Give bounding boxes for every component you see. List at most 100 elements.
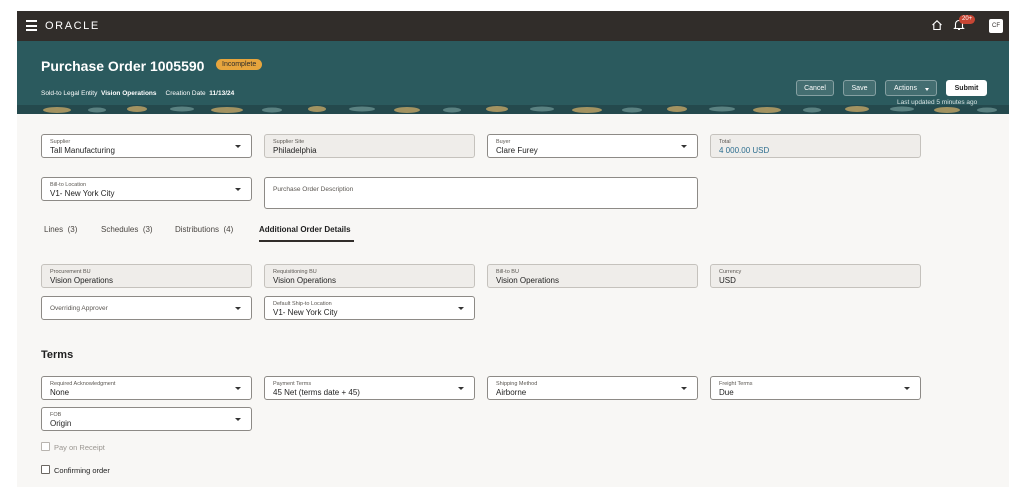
required-acknowledgment-field[interactable]: Required Acknowledgment None <box>41 376 252 400</box>
legal-entity-label: Sold-to Legal Entity <box>41 90 98 97</box>
last-updated-text: Last updated 5 minutes ago <box>897 99 978 106</box>
legal-entity-value: Vision Operations <box>101 90 157 97</box>
supplier-field[interactable]: Supplier Tall Manufacturing <box>41 134 252 158</box>
requisitioning-bu-label: Requisitioning BU <box>273 269 317 275</box>
shipping-method-label: Shipping Method <box>496 381 538 387</box>
supplier-site-value: Philadelphia <box>273 146 317 155</box>
payment-terms-label: Payment Terms <box>273 381 312 387</box>
pay-on-receipt-row: Pay on Receipt <box>41 442 105 452</box>
procurement-bu-value: Vision Operations <box>50 276 113 285</box>
actions-caret-icon <box>925 88 929 91</box>
currency-value: USD <box>719 276 736 285</box>
status-badge: Incomplete <box>216 59 263 70</box>
bill-to-location-label: Bill-to Location <box>50 182 87 188</box>
required-ack-value: None <box>50 388 70 397</box>
creation-date-label: Creation Date <box>165 90 206 97</box>
requisitioning-bu-field: Requisitioning BU Vision Operations <box>264 264 475 288</box>
tab-schedules[interactable]: Schedules (3) <box>101 225 153 234</box>
tab-schedules-label: Schedules <box>101 225 139 234</box>
procurement-bu-label: Procurement BU <box>50 269 91 275</box>
buyer-field[interactable]: Buyer Clare Furey <box>487 134 698 158</box>
shipping-method-value: Airborne <box>496 388 527 397</box>
shipping-method-field[interactable]: Shipping Method Airborne <box>487 376 698 400</box>
tab-additional-order-details[interactable]: Additional Order Details <box>259 225 351 234</box>
freight-terms-value: Due <box>719 388 734 397</box>
pay-on-receipt-label: Pay on Receipt <box>54 443 105 452</box>
active-tab-indicator <box>259 240 354 242</box>
confirming-order-checkbox[interactable] <box>41 465 50 474</box>
bill-to-location-value: V1- New York City <box>50 189 115 198</box>
tab-lines-count: (3) <box>67 225 78 234</box>
hamburger-menu-icon[interactable] <box>26 20 37 31</box>
total-label: Total <box>719 139 731 145</box>
confirming-order-row[interactable]: Confirming order <box>41 465 110 475</box>
bill-to-bu-label: Bill-to BU <box>496 269 519 275</box>
overriding-approver-field[interactable]: Overriding Approver <box>41 296 252 320</box>
supplier-value: Tall Manufacturing <box>50 146 115 155</box>
freight-terms-field[interactable]: Freight Terms Due <box>710 376 921 400</box>
chevron-down-icon[interactable] <box>458 307 464 310</box>
tab-additional-label: Additional Order Details <box>259 225 351 234</box>
po-description-label: Purchase Order Description <box>273 186 354 193</box>
submit-button[interactable]: Submit <box>946 80 987 96</box>
buyer-value: Clare Furey <box>496 146 538 155</box>
bill-to-location-field[interactable]: Bill-to Location V1- New York City <box>41 177 252 201</box>
cancel-button[interactable]: Cancel <box>796 80 834 96</box>
chevron-down-icon[interactable] <box>681 145 687 148</box>
tab-lines-label: Lines <box>44 225 64 234</box>
chevron-down-icon[interactable] <box>235 145 241 148</box>
tab-distributions[interactable]: Distributions (4) <box>175 225 233 234</box>
tab-lines[interactable]: Lines (3) <box>44 225 77 234</box>
header-decorative-pattern <box>17 105 1009 114</box>
chevron-down-icon[interactable] <box>235 188 241 191</box>
currency-label: Currency <box>719 269 742 275</box>
creation-date-value: 11/13/24 <box>209 90 235 97</box>
buyer-label: Buyer <box>496 139 511 145</box>
po-description-field[interactable]: Purchase Order Description <box>264 177 698 209</box>
supplier-site-label: Supplier Site <box>273 139 305 145</box>
total-value-link[interactable]: 4 000.00 USD <box>719 146 769 155</box>
freight-terms-label: Freight Terms <box>719 381 753 387</box>
pay-on-receipt-checkbox <box>41 442 50 451</box>
chevron-down-icon[interactable] <box>235 418 241 421</box>
required-ack-label: Required Acknowledgment <box>50 381 116 387</box>
home-icon[interactable] <box>931 19 943 31</box>
supplier-label: Supplier <box>50 139 71 145</box>
payment-terms-field[interactable]: Payment Terms 45 Net (terms date + 45) <box>264 376 475 400</box>
default-ship-to-value: V1- New York City <box>273 308 338 317</box>
payment-terms-value: 45 Net (terms date + 45) <box>273 388 360 397</box>
global-header: ORACLE 20+ CF <box>17 11 1009 41</box>
total-field: Total 4 000.00 USD <box>710 134 921 158</box>
chevron-down-icon[interactable] <box>681 387 687 390</box>
page-title: Purchase Order 1005590 <box>41 58 205 74</box>
bill-to-bu-field: Bill-to BU Vision Operations <box>487 264 698 288</box>
tab-schedules-count: (3) <box>142 225 153 234</box>
default-ship-to-label: Default Ship-to Location <box>273 301 332 307</box>
chevron-down-icon[interactable] <box>235 307 241 310</box>
fob-field[interactable]: FOB Origin <box>41 407 252 431</box>
page-header: Purchase Order 1005590 Incomplete Sold-t… <box>17 41 1009 114</box>
header-sub-info: Sold-to Legal Entity Vision Operations C… <box>41 90 234 97</box>
chevron-down-icon[interactable] <box>235 387 241 390</box>
notification-count-badge: 20+ <box>959 15 976 24</box>
currency-field: Currency USD <box>710 264 921 288</box>
bill-to-bu-value: Vision Operations <box>496 276 559 285</box>
oracle-logo[interactable]: ORACLE <box>45 20 100 32</box>
overriding-approver-label: Overriding Approver <box>50 305 108 312</box>
supplier-site-field: Supplier Site Philadelphia <box>264 134 475 158</box>
default-ship-to-field[interactable]: Default Ship-to Location V1- New York Ci… <box>264 296 475 320</box>
requisitioning-bu-value: Vision Operations <box>273 276 336 285</box>
fob-label: FOB <box>50 412 62 418</box>
save-button[interactable]: Save <box>843 80 876 96</box>
terms-section-title: Terms <box>41 349 74 361</box>
fob-value: Origin <box>50 419 72 428</box>
tab-distributions-label: Distributions <box>175 225 220 234</box>
actions-label: Actions <box>894 85 917 92</box>
chevron-down-icon[interactable] <box>458 387 464 390</box>
app: ORACLE 20+ CF Purchase Order 1005590 Inc… <box>17 11 1009 487</box>
procurement-bu-field: Procurement BU Vision Operations <box>41 264 252 288</box>
actions-menu-button[interactable]: Actions <box>885 80 937 96</box>
confirming-order-label: Confirming order <box>54 466 110 475</box>
user-avatar[interactable]: CF <box>989 19 1003 33</box>
chevron-down-icon[interactable] <box>904 387 910 390</box>
